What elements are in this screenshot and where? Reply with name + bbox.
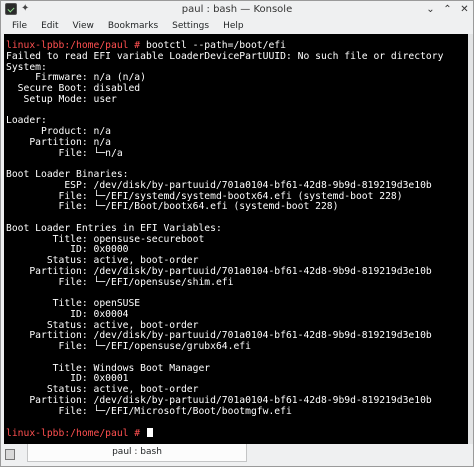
line-text: ESP: /dev/disk/by-partuuid/701a0104-bf61…: [6, 179, 432, 191]
menu-view[interactable]: View: [66, 19, 101, 33]
line-text: File: └─/EFI/Boot/bootx64.efi (systemd-b…: [6, 201, 339, 213]
line-text: Title: opensuse-secureboot: [6, 233, 205, 245]
terminal-output-line: File: └─/EFI/Boot/bootx64.efi (systemd-b…: [6, 201, 443, 213]
line-text: Product: n/a: [6, 126, 111, 137]
line-text: ID: 0x0004: [6, 308, 129, 320]
menu-settings[interactable]: Settings: [165, 19, 216, 33]
terminal-output-line: Failed to read EFI variable LoaderDevice…: [6, 50, 444, 63]
line-text: File: └─/EFI/Microsoft/Boot/bootmgfw.efi: [6, 405, 292, 417]
line-text: File: └─/EFI/systemd/systemd-bootx64.efi…: [6, 190, 403, 202]
new-tab-icon[interactable]: [5, 449, 15, 460]
terminal-output-line: File: └─/EFI/opensuse/grubx64.efi: [6, 341, 443, 353]
line-text: Status: active, boot-order: [6, 319, 199, 331]
menu-bookmarks[interactable]: Bookmarks: [101, 19, 165, 33]
menu-help[interactable]: Help: [216, 19, 251, 33]
tab-paul-bash[interactable]: paul : bash: [27, 444, 247, 462]
line-text: File: └─/EFI/opensuse/grubx64.efi: [6, 341, 251, 352]
terminal-prompt-line: linux-lpbb:/home/paul #: [6, 428, 443, 439]
line-text: Boot Loader Binaries:: [6, 169, 129, 180]
menu-bar: File Edit View Bookmarks Settings Help: [1, 18, 473, 34]
line-text: Loader:: [6, 115, 47, 127]
line-text: Partition: /dev/disk/by-partuuid/701a010…: [6, 394, 432, 406]
line-text: Secure Boot: disabled: [6, 83, 141, 94]
terminal-output: linux-lpbb:/home/paul # bootctl --path=/…: [6, 40, 444, 439]
line-text: Failed to read EFI variable LoaderDevice…: [6, 50, 444, 62]
shell-prompt: linux-lpbb:/home/paul #: [6, 428, 141, 439]
line-text: System:: [6, 61, 47, 73]
terminal-output-line: File: └─/EFI/Microsoft/Boot/bootmgfw.efi: [6, 405, 443, 418]
line-text: File: └─n/a: [6, 147, 123, 159]
window-title: paul : bash — Konsole: [181, 4, 293, 15]
line-text: Setup Mode: user: [6, 93, 117, 105]
terminal-output-line: Setup Mode: user: [6, 93, 443, 106]
line-text: [140, 428, 146, 439]
minimize-icon[interactable]: ⌄: [425, 4, 436, 15]
line-text: Status: active, boot-order: [6, 255, 199, 266]
line-text: Firmware: n/a (n/a): [6, 72, 146, 84]
menu-file[interactable]: File: [5, 19, 34, 33]
terminal-cursor: [147, 428, 153, 437]
line-text: Partition: /dev/disk/by-partuuid/701a010…: [6, 265, 432, 277]
terminal-view[interactable]: linux-lpbb:/home/paul # bootctl --path=/…: [4, 34, 468, 444]
line-text: ID: 0x0000: [6, 244, 129, 256]
terminal-output-line: File: └─n/a: [6, 147, 443, 160]
line-text: File: └─/EFI/opensuse/shim.efi: [6, 276, 234, 288]
terminal-output-line: File: └─/EFI/opensuse/shim.efi: [6, 276, 443, 289]
line-text: Status: active, boot-order: [6, 384, 199, 395]
shell-prompt: linux-lpbb:/home/paul #: [6, 40, 141, 51]
close-icon[interactable]: ✕: [459, 4, 470, 15]
line-text: Title: Windows Boot Manager: [6, 362, 211, 374]
line-text: Partition: n/a: [6, 136, 111, 148]
tab-bar: paul : bash: [1, 444, 473, 466]
line-text: Partition: /dev/disk/by-partuuid/701a010…: [6, 330, 432, 342]
title-bar[interactable]: ✦ paul : bash — Konsole ⌄ ⌃ ✕: [1, 1, 473, 18]
menu-edit[interactable]: Edit: [34, 19, 65, 33]
line-text: Title: openSUSE: [6, 298, 141, 309]
line-text: Boot Loader Entries in EFI Variables:: [6, 222, 222, 234]
konsole-window: ✦ paul : bash — Konsole ⌄ ⌃ ✕ File Edit …: [0, 0, 474, 467]
line-text: bootctl --path=/boot/efi: [140, 40, 286, 51]
terminal-scrollbar[interactable]: [468, 34, 473, 444]
maximize-icon[interactable]: ⌃: [442, 4, 453, 15]
line-text: ID: 0x0001: [6, 373, 129, 385]
